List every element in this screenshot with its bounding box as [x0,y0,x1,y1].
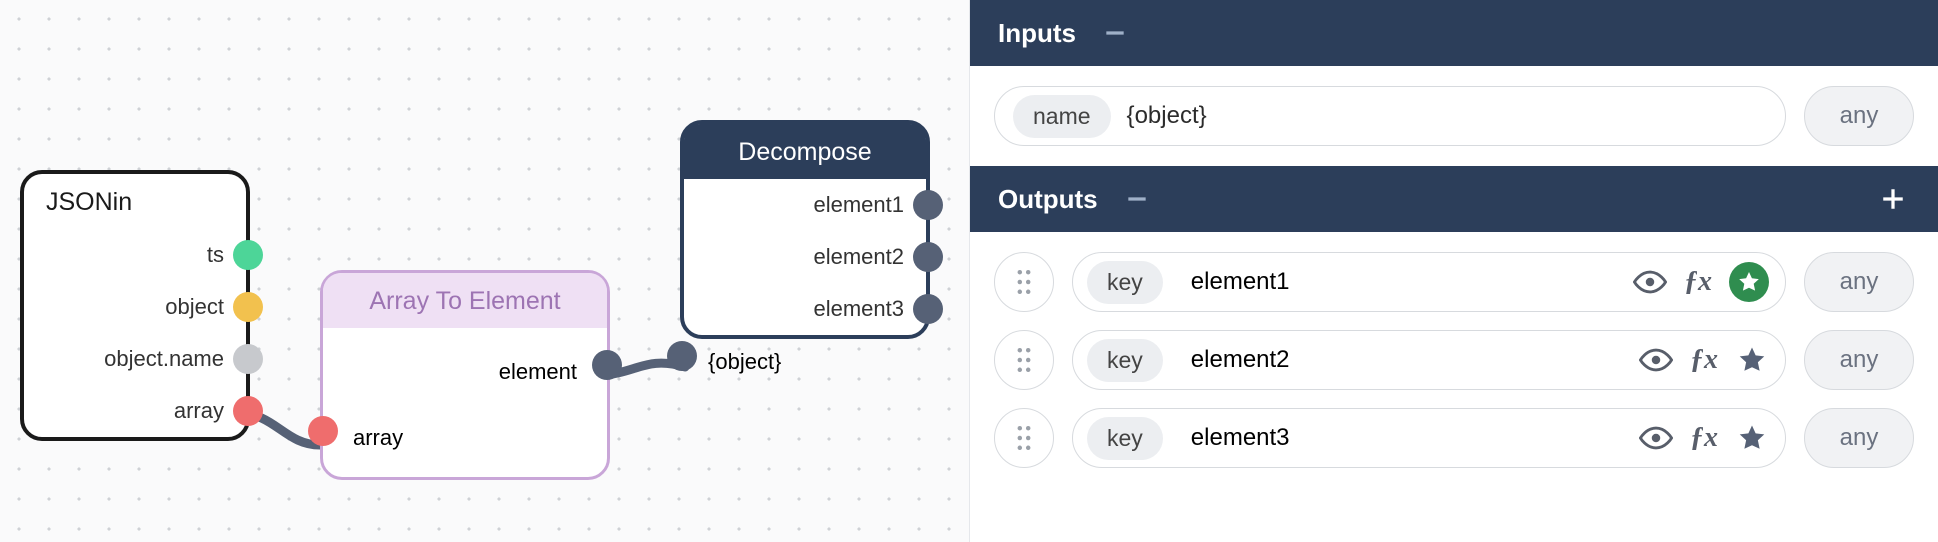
port-dot[interactable] [233,344,263,374]
output-key-field[interactable]: key element3 ƒx [1072,408,1786,468]
outputs-header: Outputs [970,166,1938,232]
drag-handle-icon[interactable] [994,408,1054,468]
star-icon[interactable] [1729,262,1769,302]
inputs-body: name {object} any [970,66,1938,166]
node-title: JSONin [24,174,246,229]
output-type-pill[interactable]: any [1804,252,1914,312]
port-dot[interactable] [913,294,943,324]
port-dot[interactable] [667,341,697,371]
port-label: array [353,425,403,451]
output-row: key element1 ƒx any [994,252,1914,312]
port-dot[interactable] [913,190,943,220]
port-object-in[interactable] [667,356,697,386]
drag-handle-icon[interactable] [994,330,1054,390]
node-array-to-element[interactable]: Array To Element array element [320,270,610,480]
add-output-button[interactable] [1876,182,1910,216]
port-object[interactable]: object [24,281,246,333]
output-value: element3 [1191,424,1290,452]
inputs-title: Inputs [998,18,1076,49]
port-dot[interactable] [592,350,622,380]
port-element3[interactable]: element3 [684,283,926,335]
star-icon[interactable] [1735,421,1769,455]
port-element-out[interactable] [592,365,622,395]
node-canvas[interactable]: JSONin ts object object.name array Array… [0,0,970,542]
output-key-field[interactable]: key element1 ƒx [1072,252,1786,312]
port-element1[interactable]: element1 [684,179,926,231]
input-value: {object} [1127,102,1207,130]
port-dot[interactable] [913,242,943,272]
output-type-pill[interactable]: any [1804,408,1914,468]
key-tag: key [1087,339,1163,382]
output-value: element2 [1191,346,1290,374]
key-tag: key [1087,417,1163,460]
port-dot[interactable] [233,396,263,426]
port-array[interactable]: array [24,385,246,437]
collapse-icon[interactable] [1120,182,1154,216]
input-name-field[interactable]: name {object} [994,86,1786,146]
key-tag: key [1087,261,1163,304]
input-row: name {object} any [994,86,1914,146]
fx-icon[interactable]: ƒx [1687,421,1721,455]
port-object-name[interactable]: object.name [24,333,246,385]
output-type-pill[interactable]: any [1804,330,1914,390]
outputs-body: key element1 ƒx any key element2 ƒx any [970,232,1938,488]
node-decompose[interactable]: Decompose element1 element2 element3 {ob… [680,120,930,339]
output-row: key element2 ƒx any [994,330,1914,390]
output-key-field[interactable]: key element2 ƒx [1072,330,1786,390]
star-icon[interactable] [1735,343,1769,377]
node-jsonin[interactable]: JSONin ts object object.name array [20,170,250,441]
port-label: element [499,359,577,385]
port-ts[interactable]: ts [24,229,246,281]
port-element2[interactable]: element2 [684,231,926,283]
drag-handle-icon[interactable] [994,252,1054,312]
inspector-panel: Inputs name {object} any Outputs [970,0,1938,542]
output-value: element1 [1191,268,1290,296]
inputs-header: Inputs [970,0,1938,66]
port-array-in[interactable] [308,431,338,461]
fx-icon[interactable]: ƒx [1681,265,1715,299]
outputs-title: Outputs [998,184,1098,215]
fx-icon[interactable]: ƒx [1687,343,1721,377]
input-type-pill[interactable]: any [1804,86,1914,146]
port-dot[interactable] [233,292,263,322]
eye-icon[interactable] [1639,421,1673,455]
node-title: Array To Element [323,273,607,328]
port-dot[interactable] [233,240,263,270]
name-tag: name [1013,95,1111,138]
port-dot[interactable] [308,416,338,446]
port-label: {object} [708,349,781,375]
collapse-icon[interactable] [1098,16,1132,50]
node-title: Decompose [684,124,926,179]
output-row: key element3 ƒx any [994,408,1914,468]
